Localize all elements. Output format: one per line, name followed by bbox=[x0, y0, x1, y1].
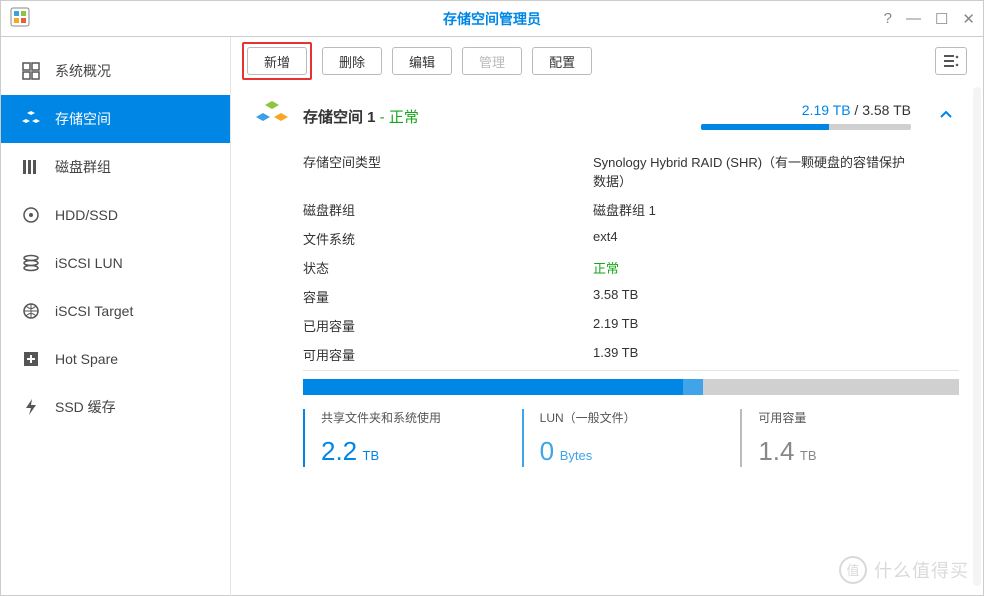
minimize-icon[interactable]: ― bbox=[906, 10, 921, 28]
breakdown-lun-value: 0 Bytes bbox=[540, 436, 731, 467]
value-capacity: 3.58 TB bbox=[593, 287, 638, 306]
label-type: 存储空间类型 bbox=[303, 152, 593, 190]
sidebar-item-label: SSD 缓存 bbox=[55, 397, 116, 417]
breakdown-lun-label: LUN（一般文件） bbox=[540, 409, 731, 426]
scrollbar[interactable] bbox=[973, 87, 981, 586]
list-icon bbox=[943, 54, 959, 68]
value-type: Synology Hybrid RAID (SHR)（有一颗硬盘的容错保护数据） bbox=[593, 152, 913, 190]
list-view-button[interactable] bbox=[935, 47, 967, 75]
value-fs: ext4 bbox=[593, 229, 618, 248]
sidebar-item-overview[interactable]: 系统概况 bbox=[1, 47, 230, 95]
delete-button[interactable]: 删除 bbox=[322, 47, 382, 75]
sidebar: 系统概况 存储空间 磁盘群组 HDD/SSD iSCSI LUN iSCSI T… bbox=[1, 37, 231, 596]
manage-button[interactable]: 管理 bbox=[462, 47, 522, 75]
cubes-icon bbox=[21, 109, 41, 129]
globe-icon bbox=[21, 301, 41, 321]
label-capacity: 容量 bbox=[303, 287, 593, 306]
sidebar-item-volume[interactable]: 存储空间 bbox=[1, 95, 230, 143]
breakdown-avail-label: 可用容量 bbox=[758, 409, 949, 426]
create-button[interactable]: 新增 bbox=[247, 47, 307, 75]
sidebar-item-label: 系统概况 bbox=[55, 61, 111, 81]
edit-button[interactable]: 编辑 bbox=[392, 47, 452, 75]
sidebar-item-label: Hot Spare bbox=[55, 351, 118, 367]
content: 新增 删除 编辑 管理 配置 存储空间 1 - 正常 bbox=[231, 37, 983, 596]
value-used: 2.19 TB bbox=[593, 316, 638, 335]
sidebar-item-label: 磁盘群组 bbox=[55, 157, 111, 177]
breakdown-avail-value: 1.4 TB bbox=[758, 436, 949, 467]
volume-title: 存储空间 1 - 正常 bbox=[303, 106, 419, 127]
label-fs: 文件系统 bbox=[303, 229, 593, 248]
chevron-up-icon bbox=[939, 108, 953, 122]
sidebar-item-ssdcache[interactable]: SSD 缓存 bbox=[1, 383, 230, 431]
label-group: 磁盘群组 bbox=[303, 200, 593, 219]
sidebar-item-hdd[interactable]: HDD/SSD bbox=[1, 191, 230, 239]
highlight-box: 新增 bbox=[242, 42, 312, 80]
label-state: 状态 bbox=[303, 258, 593, 277]
value-state: 正常 bbox=[593, 258, 619, 277]
collapse-button[interactable] bbox=[933, 108, 959, 125]
breakdown-shared-label: 共享文件夹和系统使用 bbox=[321, 409, 512, 426]
label-used: 已用容量 bbox=[303, 316, 593, 335]
value-avail: 1.39 TB bbox=[593, 345, 638, 364]
sidebar-item-label: 存储空间 bbox=[55, 109, 111, 129]
bolt-icon bbox=[21, 397, 41, 417]
usage-bar bbox=[303, 379, 959, 395]
stack-icon bbox=[21, 253, 41, 273]
capacity-text: 2.19 TB / 3.58 TB bbox=[701, 102, 911, 118]
dashboard-icon bbox=[21, 61, 41, 81]
usage-breakdown: 共享文件夹和系统使用 2.2 TB LUN（一般文件） 0 Bytes 可用容量… bbox=[303, 409, 959, 467]
value-group: 磁盘群组 1 bbox=[593, 200, 656, 219]
app-icon bbox=[9, 6, 31, 31]
plus-square-icon bbox=[21, 349, 41, 369]
toolbar: 新增 删除 编辑 管理 配置 bbox=[247, 47, 967, 75]
sidebar-item-lun[interactable]: iSCSI LUN bbox=[1, 239, 230, 287]
sidebar-item-label: iSCSI LUN bbox=[55, 255, 123, 271]
disk-icon bbox=[21, 205, 41, 225]
sidebar-item-diskgroup[interactable]: 磁盘群组 bbox=[1, 143, 230, 191]
volume-panel: 存储空间 1 - 正常 2.19 TB / 3.58 TB 存储空间类型Syno… bbox=[247, 87, 967, 467]
capacity-mini-bar bbox=[701, 124, 911, 130]
breakdown-shared-value: 2.2 TB bbox=[321, 436, 512, 467]
help-icon[interactable]: ? bbox=[884, 10, 892, 28]
sidebar-item-label: HDD/SSD bbox=[55, 207, 118, 223]
close-icon[interactable]: ✕ bbox=[962, 10, 975, 28]
maximize-icon[interactable]: ☐ bbox=[935, 10, 948, 28]
label-avail: 可用容量 bbox=[303, 345, 593, 364]
sidebar-item-hotspare[interactable]: Hot Spare bbox=[1, 335, 230, 383]
titlebar: 存储空间管理员 ? ― ☐ ✕ bbox=[1, 1, 983, 37]
window-title: 存储空间管理员 bbox=[1, 9, 983, 29]
volume-icon bbox=[255, 99, 289, 133]
sidebar-item-target[interactable]: iSCSI Target bbox=[1, 287, 230, 335]
config-button[interactable]: 配置 bbox=[532, 47, 592, 75]
bars-icon bbox=[21, 157, 41, 177]
sidebar-item-label: iSCSI Target bbox=[55, 303, 133, 319]
